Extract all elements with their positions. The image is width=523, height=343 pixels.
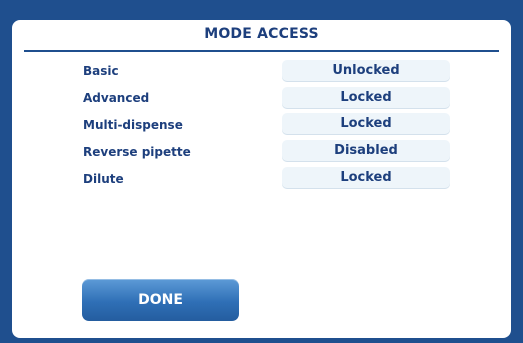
mode-state-advanced-button[interactable]: Locked [282, 87, 450, 109]
mode-access-panel: MODE ACCESS Basic Unlocked Advanced Lock… [12, 20, 511, 338]
mode-label-advanced: Advanced [83, 91, 150, 105]
device-frame: MODE ACCESS Basic Unlocked Advanced Lock… [0, 0, 523, 343]
panel-title: MODE ACCESS [204, 26, 319, 42]
mode-label-reverse-pipette: Reverse pipette [83, 145, 191, 159]
mode-label-multi-dispense: Multi-dispense [83, 118, 183, 132]
title-divider [24, 50, 499, 52]
mode-state-basic-button[interactable]: Unlocked [282, 60, 450, 82]
mode-state-dilute-button[interactable]: Locked [282, 167, 450, 189]
mode-label-dilute: Dilute [83, 172, 124, 186]
mode-state-reverse-pipette-button[interactable]: Disabled [282, 140, 450, 162]
done-button[interactable]: DONE [82, 279, 239, 321]
mode-label-basic: Basic [83, 64, 119, 78]
mode-state-multi-dispense-button[interactable]: Locked [282, 113, 450, 135]
